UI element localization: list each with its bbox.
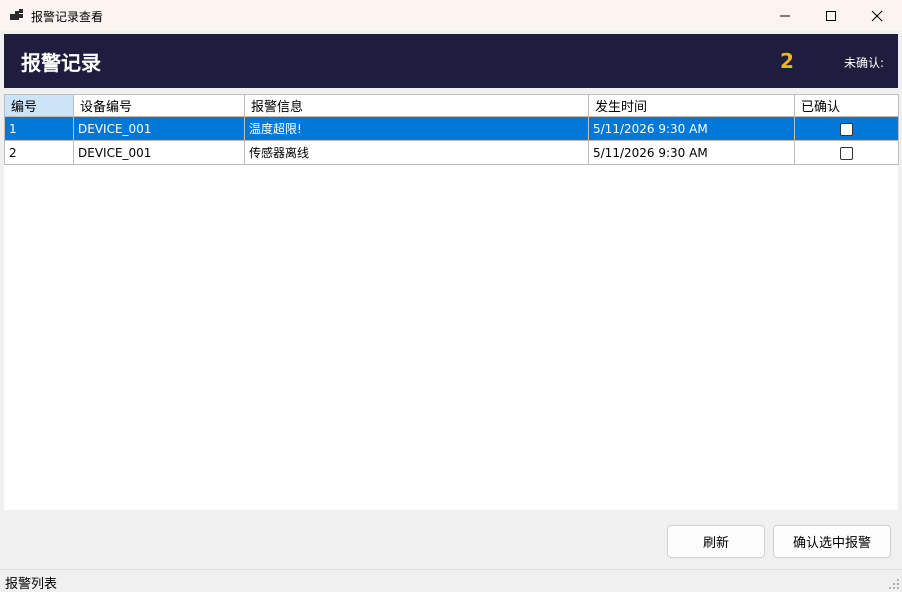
alarm-grid[interactable]: 编号 设备编号 报警信息 发生时间 已确认 1 DEVICE_001 温度超限!… [4,94,899,510]
header-row: 编号 设备编号 报警信息 发生时间 已确认 [4,94,899,117]
cell-confirmed[interactable] [794,140,899,165]
app-grid-icon [10,9,23,20]
close-icon [871,10,883,21]
unconfirmed-label: 未确认: [844,56,885,70]
title-bar: 报警记录查看 [0,0,902,31]
column-header-message[interactable]: 报警信息 [244,94,589,117]
maximize-button[interactable] [808,0,854,31]
cell-device[interactable]: DEVICE_001 [73,140,245,165]
unconfirmed-count: 2 [780,49,794,73]
resize-grip-icon[interactable] [888,578,900,590]
cell-message[interactable]: 温度超限! [244,116,589,141]
column-header-time[interactable]: 发生时间 [588,94,795,117]
status-label: 报警列表 [5,577,58,592]
table-row[interactable]: 1 DEVICE_001 温度超限! 5/11/2026 9:30 AM [4,116,899,141]
column-header-id[interactable]: 编号 [4,94,74,117]
maximize-icon [826,10,836,21]
column-header-confirmed[interactable]: 已确认 [794,94,899,117]
close-button[interactable] [854,0,900,31]
header-panel: 报警记录 2 未确认: [4,34,898,88]
status-bar: 报警列表 [0,569,902,592]
refresh-button[interactable]: 刷新 [667,525,765,558]
alarm-table: 编号 设备编号 报警信息 发生时间 已确认 1 DEVICE_001 温度超限!… [4,94,899,165]
minimize-icon [780,15,790,16]
cell-time[interactable]: 5/11/2026 9:30 AM [588,140,795,165]
cell-id[interactable]: 1 [4,116,74,141]
confirmed-checkbox[interactable] [840,146,853,160]
confirmed-checkbox[interactable] [840,122,853,136]
cell-message[interactable]: 传感器离线 [244,140,589,165]
window-title: 报警记录查看 [31,10,104,24]
cell-id[interactable]: 2 [4,140,74,165]
cell-confirmed[interactable] [794,116,899,141]
table-row[interactable]: 2 DEVICE_001 传感器离线 5/11/2026 9:30 AM [4,140,899,165]
column-header-device[interactable]: 设备编号 [73,94,245,117]
minimize-button[interactable] [762,0,808,31]
cell-device[interactable]: DEVICE_001 [73,116,245,141]
cell-time[interactable]: 5/11/2026 9:30 AM [588,116,795,141]
confirm-selected-button[interactable]: 确认选中报警 [773,525,891,558]
page-title: 报警记录 [21,51,101,75]
